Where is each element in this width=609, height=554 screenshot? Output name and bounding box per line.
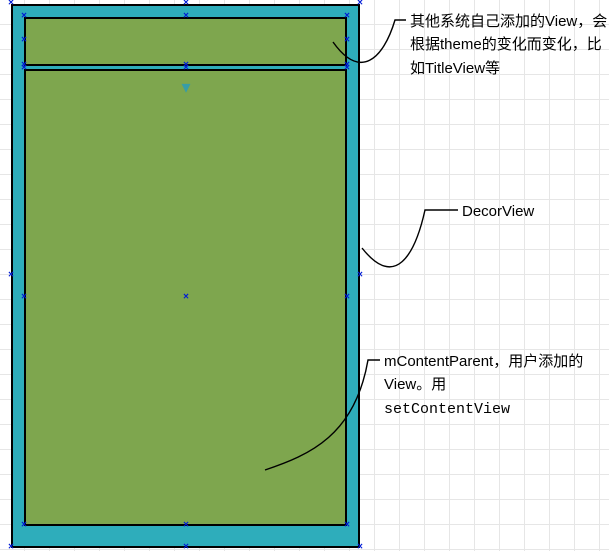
annotation-title-view: 其他系统自己添加的View，会根据theme的变化而变化，比如TitleView… [410,10,609,80]
annotation-content-parent: mContentParent，用户添加的View。用 setContentVie… [384,350,594,421]
content-parent-rect[interactable] [24,69,347,526]
annotation-content-parent-text: mContentParent，用户添加的View。用 [384,353,583,393]
diagram-canvas: × × × × × × × × × × × × × × × × × × × × … [0,0,609,551]
annotation-title-view-text: 其他系统自己添加的View，会根据theme的变化而变化，比如TitleView… [410,13,607,77]
annotation-decor-view: DecorView [462,200,534,223]
annotation-content-parent-code: setContentView [384,401,510,418]
title-view-rect[interactable] [24,17,347,66]
annotation-decor-view-text: DecorView [462,203,534,220]
